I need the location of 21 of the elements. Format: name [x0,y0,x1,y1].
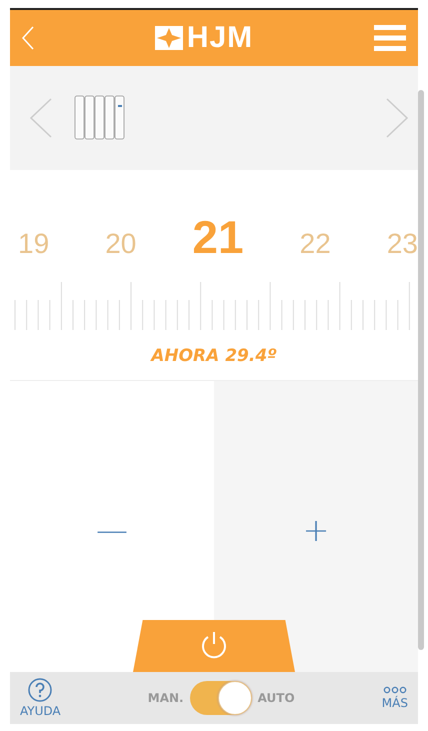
temperature-number[interactable]: 21 [192,210,244,264]
chevron-left-icon[interactable] [30,98,52,138]
radiator-icon [74,95,126,141]
increase-button[interactable]: + [214,381,418,620]
manual-label: MAN. [148,691,184,705]
menu-icon[interactable] [374,25,406,51]
more-button[interactable]: MÁS [382,686,408,710]
temperature-number[interactable]: 22 [300,228,331,260]
help-button[interactable]: AYUDA [20,678,61,718]
logo-icon [154,26,183,50]
auto-label: AUTO [258,691,295,705]
temperature-number[interactable]: 23 [386,228,418,260]
chevron-right-icon[interactable] [386,98,408,138]
logo-text: HJM [186,21,254,55]
mode-toggle[interactable] [190,681,252,715]
current-temperature: AHORA 29.4º [151,346,277,366]
temperature-number[interactable]: 19 [18,228,50,260]
back-icon[interactable] [22,26,34,50]
more-icon [382,686,407,694]
temperature-number[interactable]: 20 [105,228,136,260]
help-icon [28,678,52,702]
